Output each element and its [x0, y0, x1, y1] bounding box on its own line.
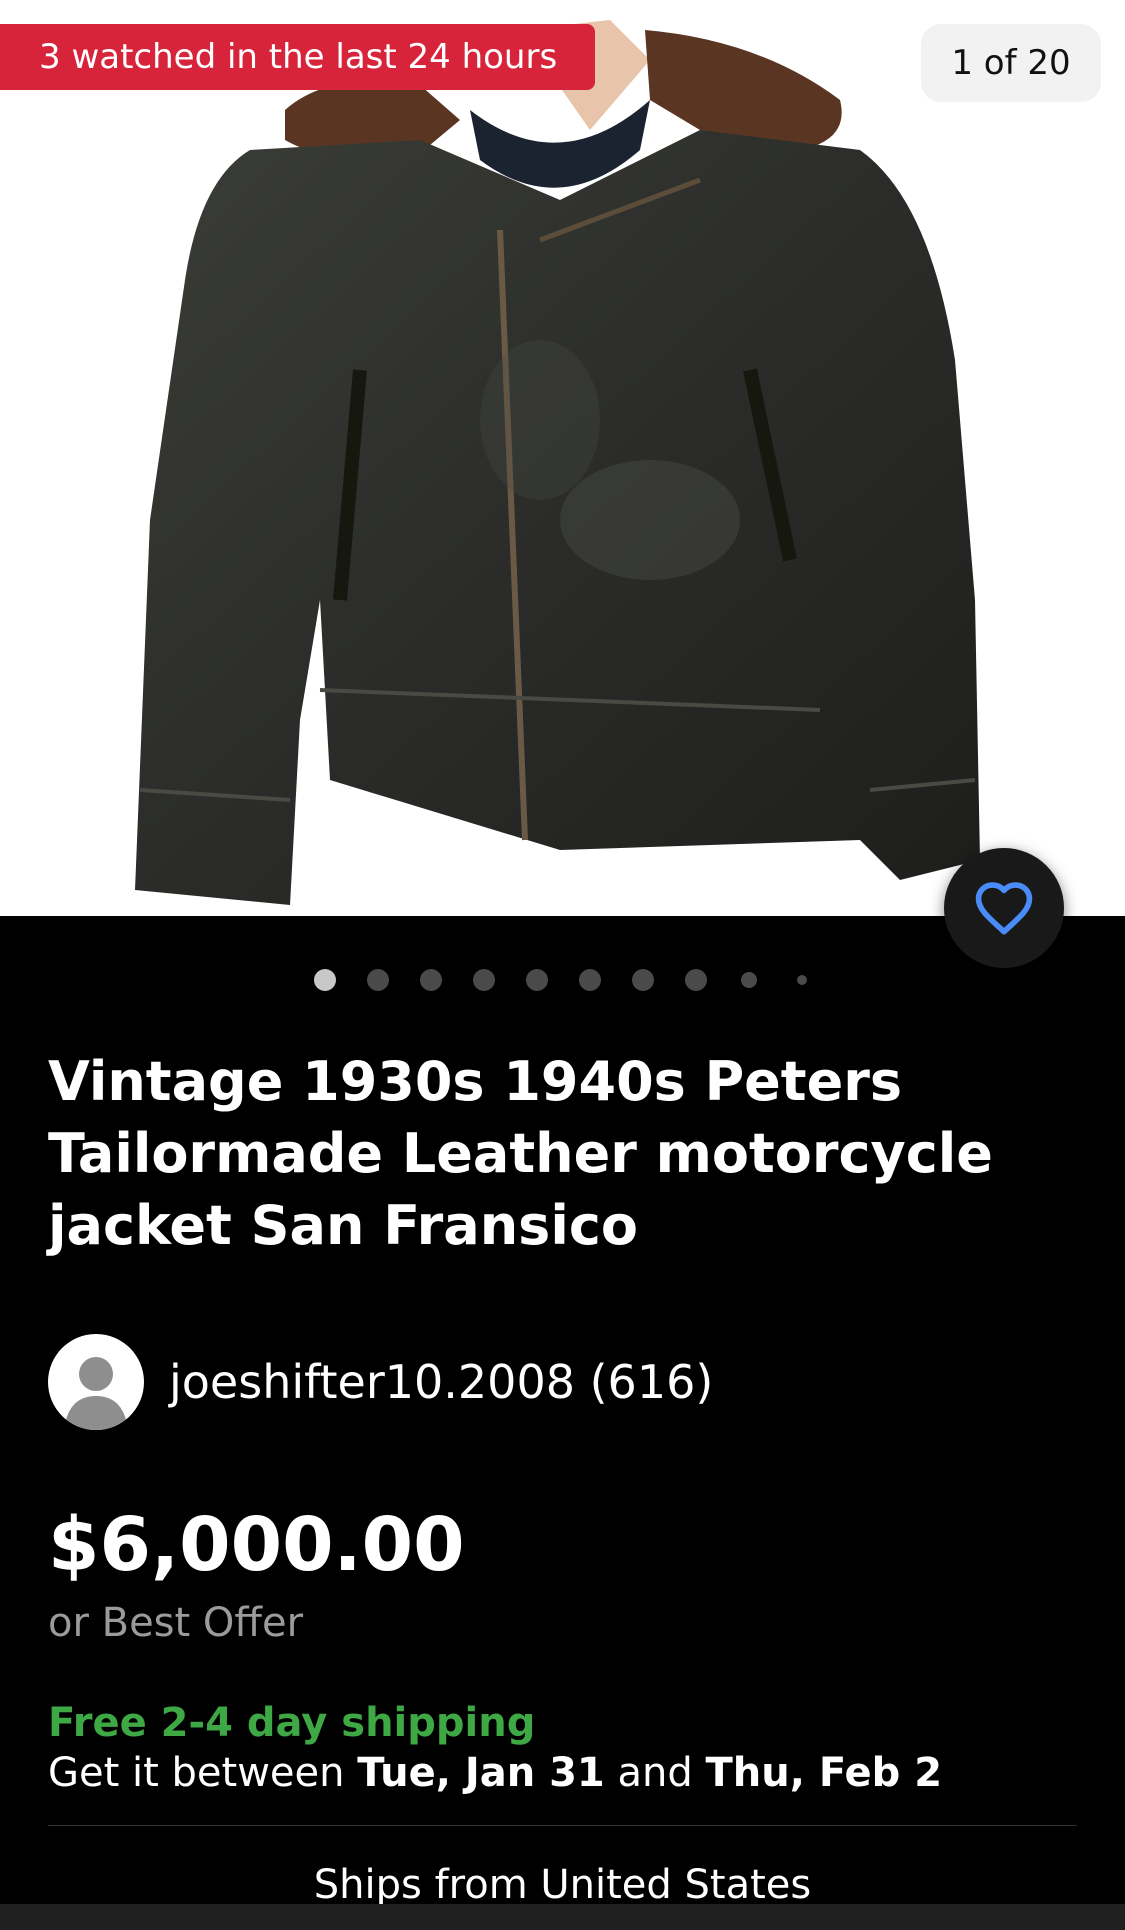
- carousel-dot[interactable]: [526, 969, 548, 991]
- carousel-dot-active[interactable]: [314, 969, 336, 991]
- delivery-end-date: Thu, Feb 2: [705, 1750, 943, 1796]
- carousel-dot[interactable]: [473, 969, 495, 991]
- jacket-photo: [135, 20, 980, 905]
- bottom-bar: [0, 1904, 1125, 1930]
- listing-title: Vintage 1930s 1940s Peters Tailormade Le…: [48, 1050, 993, 1257]
- divider: [48, 1825, 1077, 1826]
- watched-badge: 3 watched in the last 24 hours: [0, 24, 595, 90]
- watch-button[interactable]: [944, 848, 1064, 968]
- user-icon: [64, 1357, 128, 1430]
- carousel-dots[interactable]: [0, 968, 1125, 992]
- heart-icon: [975, 882, 1033, 935]
- carousel-dot[interactable]: [741, 972, 757, 988]
- carousel-dot[interactable]: [797, 975, 807, 985]
- seller-info[interactable]: joeshifter10.2008 (616): [48, 1334, 713, 1430]
- carousel-dot[interactable]: [579, 969, 601, 991]
- best-offer-label: or Best Offer: [48, 1600, 304, 1646]
- carousel-dot[interactable]: [632, 969, 654, 991]
- product-image[interactable]: 3 watched in the last 24 hours 1 of 20: [0, 0, 1125, 916]
- seller-feedback-score: (616): [589, 1355, 714, 1409]
- delivery-prefix: Get it between: [48, 1750, 345, 1796]
- seller-username: joeshifter10.2008: [169, 1355, 575, 1409]
- carousel-dot[interactable]: [685, 969, 707, 991]
- shipping-headline: Free 2-4 day shipping: [48, 1700, 536, 1746]
- seller-name[interactable]: joeshifter10.2008 (616): [169, 1355, 713, 1409]
- delivery-start-date: Tue, Jan 31: [357, 1750, 605, 1796]
- delivery-and: and: [617, 1750, 693, 1796]
- delivery-estimate: Get it between Tue, Jan 31 and Thu, Feb …: [48, 1750, 942, 1796]
- price: $6,000.00: [48, 1502, 465, 1588]
- carousel-dot[interactable]: [420, 969, 442, 991]
- avatar[interactable]: [48, 1334, 144, 1430]
- image-counter: 1 of 20: [921, 24, 1101, 102]
- ships-from: Ships from United States: [313, 1862, 812, 1908]
- carousel-dot[interactable]: [367, 969, 389, 991]
